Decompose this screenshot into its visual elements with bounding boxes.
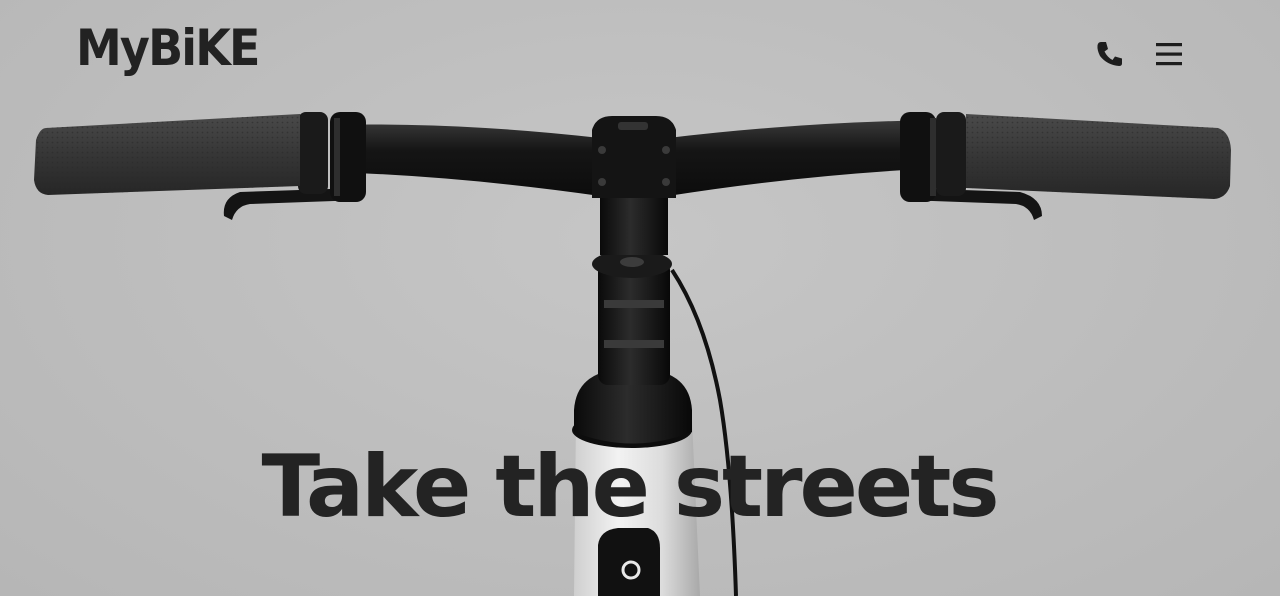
hero-headline: Take the streets xyxy=(261,437,999,537)
hero-section: MyBiKE Take the streets xyxy=(0,0,1280,596)
brand-logo[interactable]: MyBiKE xyxy=(76,18,260,78)
site-header: MyBiKE xyxy=(0,0,1280,110)
phone-icon[interactable] xyxy=(1092,36,1128,72)
hamburger-menu-icon[interactable] xyxy=(1150,36,1186,72)
header-actions xyxy=(1092,36,1192,76)
